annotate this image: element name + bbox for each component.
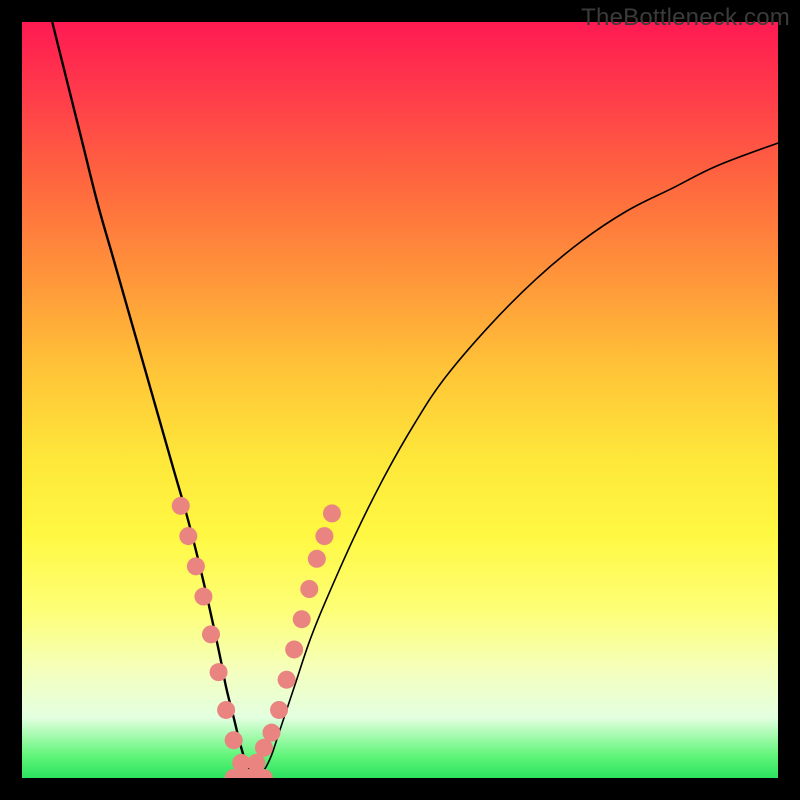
left-markers-point — [172, 497, 190, 515]
right-markers-point — [278, 671, 296, 689]
right-markers-point — [293, 610, 311, 628]
right-markers-point — [285, 640, 303, 658]
chart-frame: TheBottleneck.com — [0, 0, 800, 800]
chart-svg — [22, 22, 778, 778]
watermark-text: TheBottleneck.com — [581, 4, 790, 32]
marker-layer — [172, 497, 341, 778]
left-curve — [52, 22, 256, 778]
right-curve — [256, 143, 778, 778]
left-markers-point — [194, 588, 212, 606]
plot-area — [22, 22, 778, 778]
right-markers-point — [323, 504, 341, 522]
left-markers-point — [210, 663, 228, 681]
left-markers-point — [217, 701, 235, 719]
left-markers-point — [202, 625, 220, 643]
right-markers-point — [315, 527, 333, 545]
line-layer — [52, 22, 778, 778]
right-markers-point — [262, 724, 280, 742]
left-markers-point — [187, 557, 205, 575]
right-markers-point — [300, 580, 318, 598]
right-markers-point — [270, 701, 288, 719]
right-markers-point — [308, 550, 326, 568]
left-markers-point — [179, 527, 197, 545]
left-markers-point — [225, 731, 243, 749]
